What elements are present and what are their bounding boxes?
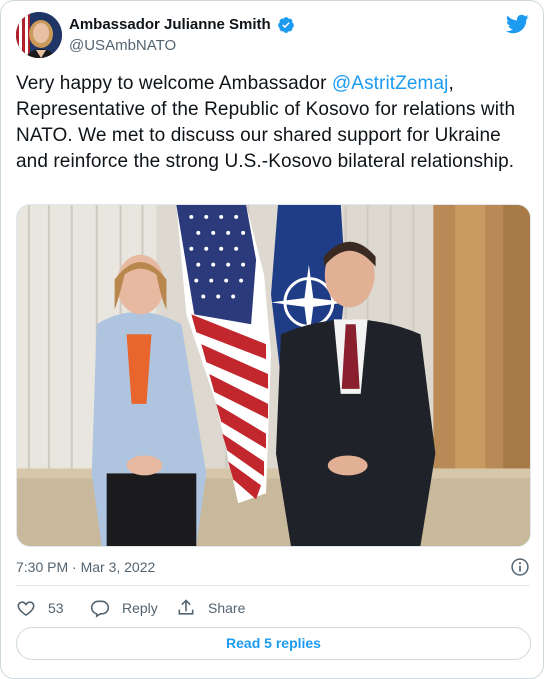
author-display-name[interactable]: Ambassador Julianne Smith [69, 16, 271, 34]
tweet-meta: 7:30 PM · Mar 3, 2022 [16, 557, 530, 577]
verified-badge-icon [278, 17, 295, 33]
like-button[interactable]: 53 [16, 596, 64, 620]
read-replies-button[interactable]: Read 5 replies [16, 627, 531, 660]
tweet-text: Very happy to welcome Ambassador @Astrit… [16, 71, 530, 175]
twitter-bird-icon[interactable] [505, 12, 529, 36]
divider [16, 585, 530, 586]
heart-icon [17, 601, 35, 617]
reply-label: Reply [122, 600, 158, 616]
share-icon [178, 599, 194, 615]
tweet-text-before: Very happy to welcome Ambassador [16, 73, 332, 94]
tweet-card: Ambassador Julianne Smith @USAmbNATO Ver… [0, 0, 544, 679]
reply-bubble-icon [90, 600, 110, 618]
author-handle[interactable]: @USAmbNATO [69, 36, 295, 56]
author-avatar[interactable] [16, 12, 62, 58]
author-info: Ambassador Julianne Smith @USAmbNATO [69, 16, 295, 56]
share-label: Share [208, 600, 246, 616]
mention-link[interactable]: @AstritZemaj [332, 73, 449, 94]
reply-button[interactable]: Reply [90, 596, 158, 620]
info-icon[interactable] [510, 557, 530, 577]
tweet-header: Ambassador Julianne Smith @USAmbNATO [15, 12, 529, 60]
tweet-timestamp[interactable]: 7:30 PM · Mar 3, 2022 [16, 559, 155, 575]
share-button[interactable]: Share [176, 596, 245, 620]
tweet-photo[interactable] [16, 204, 531, 547]
like-count: 53 [48, 600, 64, 616]
